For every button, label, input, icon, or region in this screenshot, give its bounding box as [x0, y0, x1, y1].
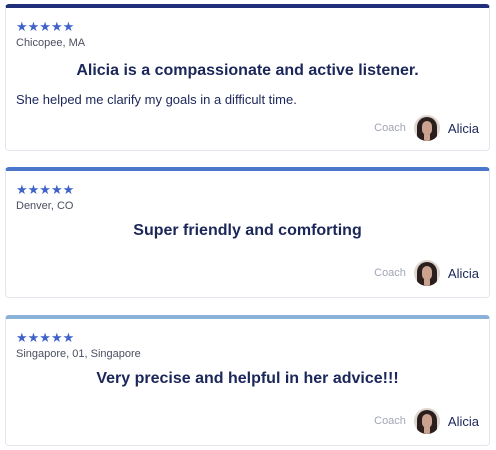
avatar-neck: [423, 278, 430, 286]
coach-info: Coach Alicia: [374, 408, 479, 434]
reviewer-location: Chicopee, MA: [16, 37, 86, 49]
review-card: ★★★★★ Singapore, 01, Singapore Very prec…: [5, 315, 490, 446]
avatar-neck: [423, 426, 430, 434]
review-headline: Very precise and helpful in her advice!!…: [96, 370, 399, 387]
review-headline: Alicia is a compassionate and active lis…: [76, 62, 419, 79]
reviewer-location: Singapore, 01, Singapore: [16, 348, 141, 360]
star-rating: ★★★★★: [16, 330, 75, 345]
star-rating: ★★★★★: [16, 182, 75, 197]
avatar-neck: [423, 133, 430, 141]
coach-avatar[interactable]: [413, 260, 440, 286]
coach-info: Coach Alicia: [374, 115, 479, 141]
coach-label: Coach: [374, 122, 406, 134]
reviewer-location: Denver, CO: [16, 200, 74, 212]
coach-avatar[interactable]: [413, 408, 440, 434]
coach-label: Coach: [374, 415, 406, 427]
coach-label: Coach: [374, 267, 406, 279]
review-body: She helped me clarify my goals in a diff…: [16, 92, 297, 107]
review-headline: Super friendly and comforting: [133, 222, 362, 239]
review-card: ★★★★★ Denver, CO Super friendly and comf…: [5, 167, 490, 298]
coach-name[interactable]: Alicia: [448, 414, 479, 429]
coach-avatar[interactable]: [413, 115, 440, 141]
coach-name[interactable]: Alicia: [448, 266, 479, 281]
star-rating: ★★★★★: [16, 19, 75, 34]
coach-info: Coach Alicia: [374, 260, 479, 286]
coach-name[interactable]: Alicia: [448, 121, 479, 136]
review-card: ★★★★★ Chicopee, MA Alicia is a compassio…: [5, 4, 490, 151]
